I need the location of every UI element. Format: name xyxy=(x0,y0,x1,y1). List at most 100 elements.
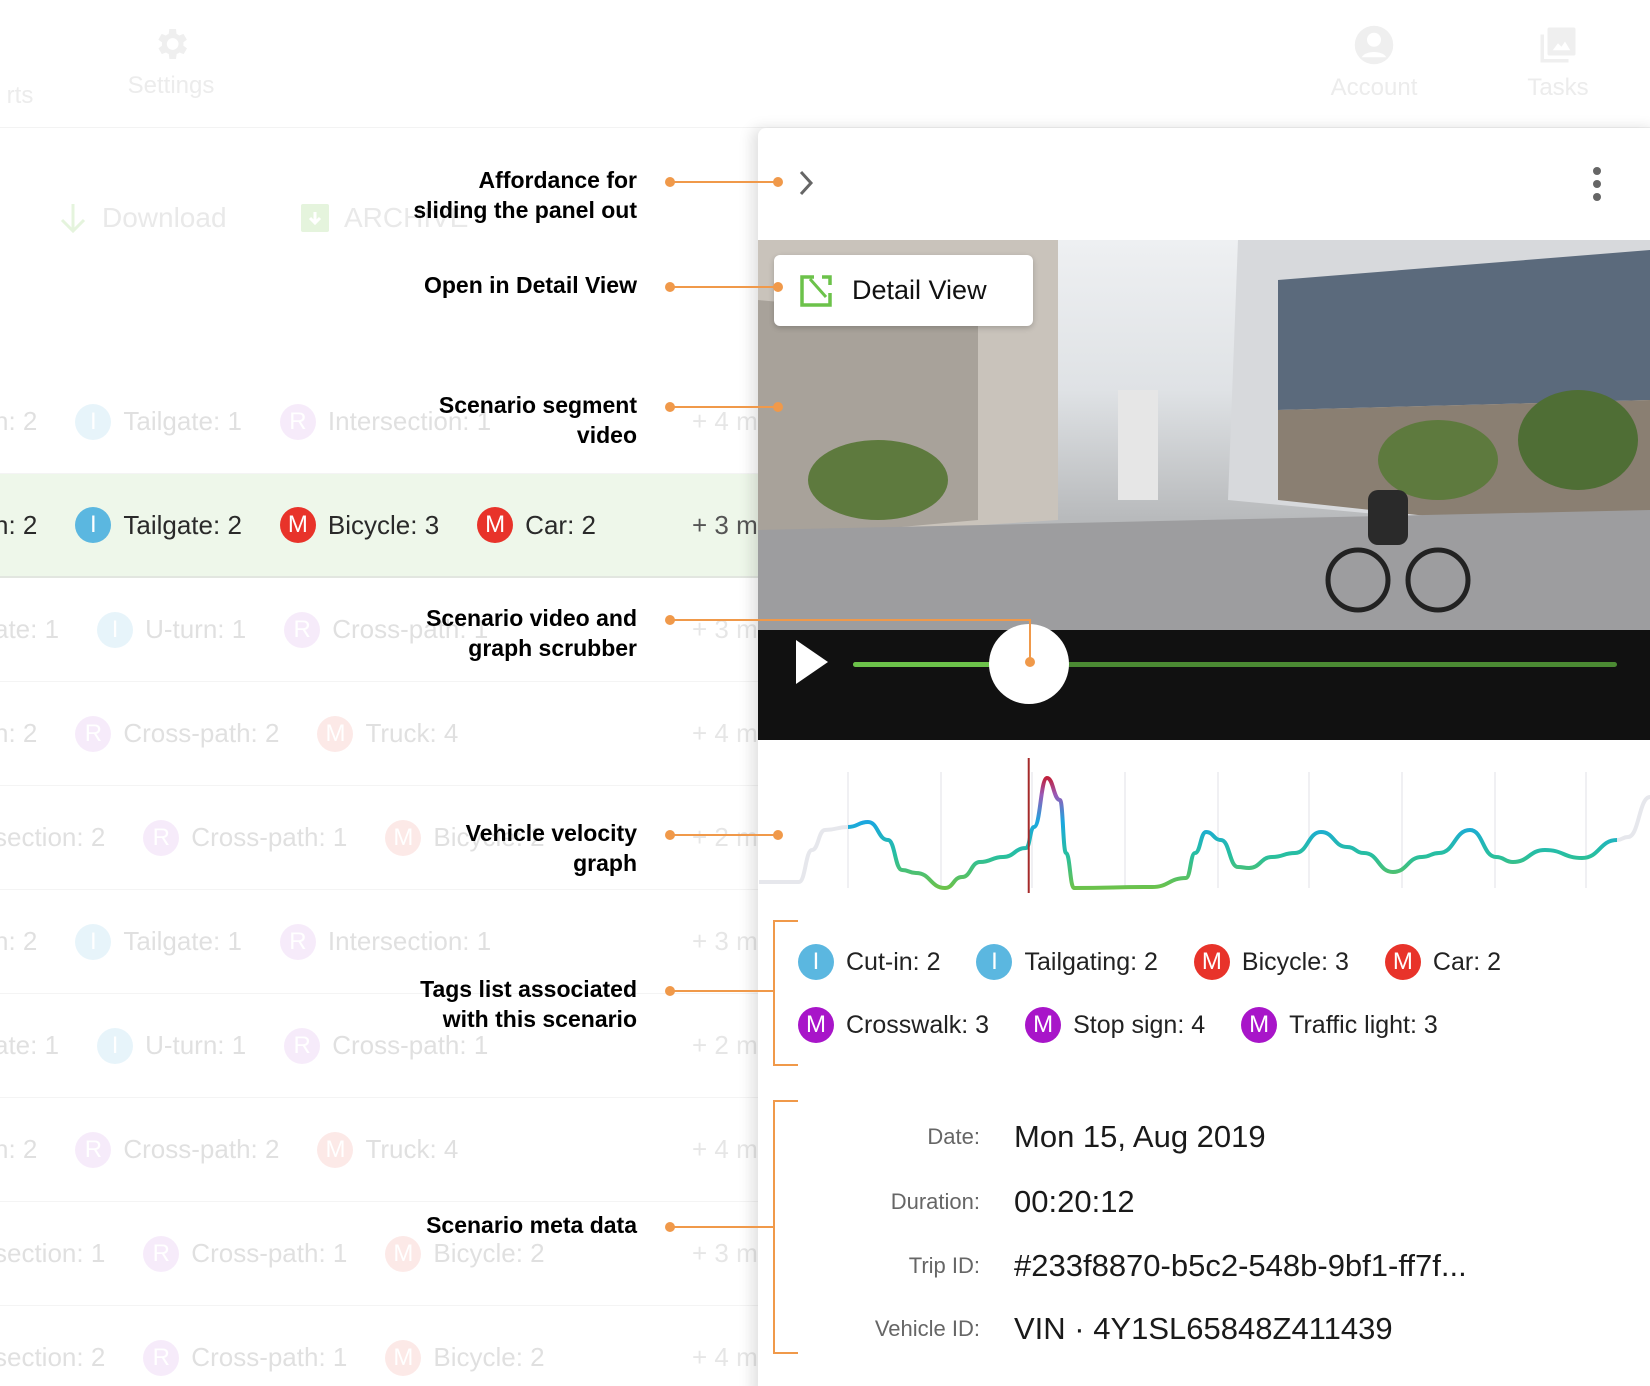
annotation-line: graph xyxy=(573,850,637,876)
tag-label: Bicycle: 3 xyxy=(1241,947,1349,976)
tag-chip[interactable]: M Stop sign: 4 xyxy=(1025,1007,1205,1043)
download-button[interactable]: Download xyxy=(58,202,227,234)
tag-type-badge: I xyxy=(798,944,834,980)
row-content: n: 2 I Tailgate: 1 R Intersection: 1 + 3 m xyxy=(0,890,758,993)
meta-value: Mon 15, Aug 2019 xyxy=(1014,1119,1266,1154)
tag-chip: M Bicycle: 3 xyxy=(279,507,440,543)
top-nav: rts Settings Account Tasks xyxy=(0,0,1650,128)
annotation-label: Affordance for sliding the panel out xyxy=(413,165,637,225)
annotation-label: Open in Detail View xyxy=(424,270,637,300)
annotation-label: Scenario video and graph scrubber xyxy=(426,603,637,663)
gear-icon xyxy=(158,29,187,59)
scenario-row[interactable]: n: 2 I Tailgate: 2 M Bicycle: 3 M Car: 2 + 3 m xyxy=(0,474,758,578)
tag-type-badge: M xyxy=(1025,1007,1062,1043)
scenario-row[interactable]: section: 1 R Cross-path: 1 M Bicycle: 2 + 3 m xyxy=(0,1202,758,1306)
tag-type-badge: M xyxy=(385,1339,422,1376)
tag-label: Tailgating: 2 xyxy=(1024,947,1158,976)
tag-type-badge: I xyxy=(976,944,1013,980)
tag-chip[interactable]: I Cut-in: 2 xyxy=(798,944,940,980)
open-detail-icon xyxy=(800,274,832,307)
meta-label: Trip ID: xyxy=(908,1253,980,1278)
meta-label: Duration: xyxy=(890,1189,980,1214)
tag-label: Car: 2 xyxy=(525,509,596,540)
tag-chip: I U-turn: 1 xyxy=(97,1027,246,1064)
tag-chip[interactable]: M Traffic light: 3 xyxy=(1241,1007,1438,1043)
tag-chip[interactable]: M Car: 2 xyxy=(1384,944,1501,980)
scenario-row[interactable]: n: 2 R Cross-path: 2 M Truck: 4 + 4 m xyxy=(0,1098,758,1202)
scenario-row[interactable]: n: 2 I Tailgate: 1 R Intersection: 1 + 3 m xyxy=(0,890,758,994)
nav-item-tasks[interactable]: Tasks xyxy=(1488,24,1628,102)
tag-chip: R Cross-path: 2 xyxy=(75,715,279,752)
tag-type-badge: I xyxy=(97,611,134,648)
vehicle-velocity-graph[interactable] xyxy=(758,758,1650,903)
tag-chip[interactable]: M Crosswalk: 3 xyxy=(798,1007,989,1043)
more-tags-count: + 3 m xyxy=(692,926,758,956)
annotation-line: sliding the panel out xyxy=(413,197,637,223)
row-lead-tag: n: 2 xyxy=(0,926,38,956)
row-lead-tag: ate: 1 xyxy=(0,614,60,644)
annotation-dot xyxy=(773,402,783,412)
nav-item-reports[interactable]: rts xyxy=(0,24,40,110)
annotation-line: Vehicle velocity xyxy=(465,820,637,846)
tags-row: M Crosswalk: 3 M Stop sign: 4 M Traffic light… xyxy=(798,1007,1438,1043)
row-content: section: 2 R Cross-path: 1 M Bicycle: 2 + 2 m xyxy=(0,786,758,889)
tag-chip: I Tailgate: 1 xyxy=(75,923,242,960)
tag-label: Stop sign: 4 xyxy=(1073,1010,1206,1039)
tag-type-badge: R xyxy=(284,1027,321,1064)
nav-item-settings[interactable]: Settings xyxy=(101,24,241,100)
tag-chip[interactable]: I Tailgating: 2 xyxy=(976,944,1158,980)
annotation-line: Scenario meta data xyxy=(426,1212,637,1238)
velocity-line xyxy=(847,775,1618,891)
detail-view-button[interactable]: Detail View xyxy=(774,255,1033,326)
tag-type-badge: R xyxy=(143,1339,180,1376)
meta-label: Vehicle ID: xyxy=(874,1316,980,1341)
row-lead-tag: ate: 1 xyxy=(0,1030,60,1060)
annotation-dot xyxy=(773,282,783,292)
more-tags-count: + 2 m xyxy=(692,1030,758,1060)
meta-value: 00:20:12 xyxy=(1014,1184,1135,1219)
tag-label: Cross-path: 1 xyxy=(191,1342,348,1372)
tag-label: Car: 2 xyxy=(1432,947,1501,976)
tag-chip: R Cross-path: 1 xyxy=(143,819,347,856)
tag-chip: M Bicycle: 2 xyxy=(385,1339,545,1376)
archive-icon xyxy=(301,204,329,232)
scenario-row[interactable]: ate: 1 I U-turn: 1 R Cross-path: 1 + 3 m xyxy=(0,578,758,682)
tag-label: Intersection: 1 xyxy=(327,926,492,956)
scenario-row[interactable]: section: 2 R Cross-path: 1 M Bicycle: 2 + 4 m xyxy=(0,1306,758,1386)
tag-label: Crosswalk: 3 xyxy=(846,1010,990,1039)
tag-type-badge: R xyxy=(143,819,180,856)
tag-chip[interactable]: M Bicycle: 3 xyxy=(1193,944,1349,980)
row-lead-tag: n: 2 xyxy=(0,1134,38,1164)
tag-type-badge: R xyxy=(75,715,112,752)
row-content: n: 2 R Cross-path: 2 M Truck: 4 + 4 m xyxy=(0,682,758,785)
more-tags-count: + 3 m xyxy=(692,1238,758,1268)
chevron-right-icon[interactable] xyxy=(796,168,816,198)
scenario-row[interactable]: ate: 1 I U-turn: 1 R Cross-path: 1 + 2 m xyxy=(0,994,758,1098)
row-lead-tag: n: 2 xyxy=(0,718,38,748)
tag-type-badge: M xyxy=(798,1007,834,1043)
annotation-leader xyxy=(670,286,778,288)
nav-label: rts xyxy=(6,82,34,109)
annotation-leader xyxy=(670,834,778,836)
scenario-row[interactable]: n: 2 R Cross-path: 2 M Truck: 4 + 4 m xyxy=(0,682,758,786)
scenario-video[interactable]: Detail View xyxy=(758,240,1650,740)
tag-label: Traffic light: 3 xyxy=(1289,1010,1438,1039)
tag-chip: M Truck: 4 xyxy=(317,715,458,752)
play-icon[interactable] xyxy=(796,640,830,684)
tag-label: Bicycle: 3 xyxy=(327,509,440,540)
tag-chip: I Tailgate: 2 xyxy=(75,507,242,543)
scenario-row[interactable]: n: 2 I Tailgate: 1 R Intersection: 1 + 4 m xyxy=(0,370,758,474)
row-lead-tag: section: 1 xyxy=(0,1238,106,1268)
more-vert-icon[interactable] xyxy=(1592,166,1602,202)
annotation-leader xyxy=(1029,619,1031,661)
scrubber-track[interactable] xyxy=(853,662,1617,667)
annotation-line: Scenario segment xyxy=(438,392,637,418)
tag-chip: M Car: 2 xyxy=(477,507,596,543)
nav-item-account[interactable]: Account xyxy=(1304,24,1444,102)
annotation-leader xyxy=(670,619,1030,621)
annotation-line: Tags list associated xyxy=(420,976,637,1002)
annotation-dot xyxy=(773,177,783,187)
annotation-dot xyxy=(1025,657,1035,667)
scenario-row[interactable]: section: 2 R Cross-path: 1 M Bicycle: 2 + 2 m xyxy=(0,786,758,890)
tag-chip: I Tailgate: 1 xyxy=(75,403,242,440)
